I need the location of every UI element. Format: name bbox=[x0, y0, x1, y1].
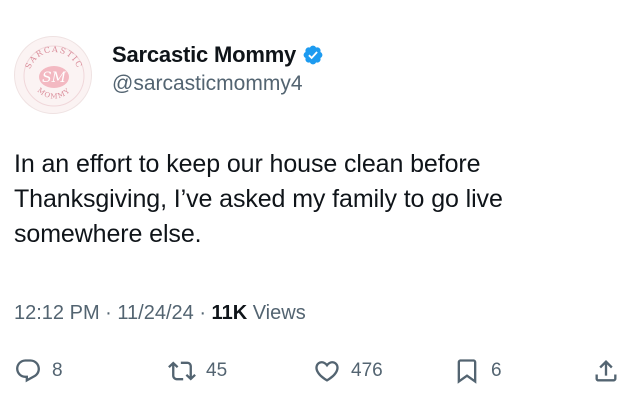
display-name-row: Sarcastic Mommy bbox=[112, 42, 324, 68]
views-label: Views bbox=[252, 302, 306, 324]
repost-icon bbox=[168, 361, 196, 381]
tweet-time[interactable]: 12:12 PM bbox=[14, 302, 100, 324]
tweet-text: In an effort to keep our house clean bef… bbox=[14, 150, 503, 248]
tweet-card: SARCASTIC SM MOMMY Sarcastic Mommy @sarc… bbox=[0, 0, 640, 403]
tweet-date[interactable]: 11/24/24 bbox=[117, 302, 193, 324]
meta-separator: · bbox=[105, 302, 118, 324]
meta-separator: · bbox=[199, 302, 212, 324]
share-button[interactable] bbox=[592, 354, 620, 388]
avatar[interactable]: SARCASTIC SM MOMMY bbox=[14, 36, 92, 114]
bookmark-icon bbox=[457, 359, 477, 384]
svg-text:MOMMY: MOMMY bbox=[36, 86, 72, 100]
verified-badge-icon[interactable] bbox=[302, 44, 324, 66]
reply-button[interactable]: 8 bbox=[14, 354, 63, 388]
svg-text:SM: SM bbox=[42, 70, 67, 86]
repost-count: 45 bbox=[206, 360, 228, 381]
reply-icon bbox=[16, 359, 40, 383]
like-button[interactable]: 476 bbox=[313, 354, 383, 388]
action-bar: 8 45 476 6 bbox=[0, 354, 640, 388]
bookmark-button[interactable]: 6 bbox=[453, 354, 502, 388]
like-count: 476 bbox=[351, 360, 383, 381]
author-names: Sarcastic Mommy @sarcasticmommy4 bbox=[112, 42, 324, 96]
tweet-meta: 12:12 PM · 11/24/24 · 11K Views bbox=[14, 302, 306, 325]
reply-count: 8 bbox=[52, 360, 63, 381]
repost-button[interactable]: 45 bbox=[168, 354, 227, 388]
tweet-header: SARCASTIC SM MOMMY Sarcastic Mommy @sarc… bbox=[14, 36, 324, 114]
heart-icon bbox=[315, 361, 339, 382]
bookmark-count: 6 bbox=[491, 360, 502, 381]
author-handle[interactable]: @sarcasticmommy4 bbox=[112, 72, 324, 96]
display-name[interactable]: Sarcastic Mommy bbox=[112, 42, 296, 68]
views-count: 11K bbox=[211, 302, 248, 324]
share-icon bbox=[595, 360, 617, 382]
avatar-logo-icon: SARCASTIC SM MOMMY bbox=[23, 45, 85, 107]
